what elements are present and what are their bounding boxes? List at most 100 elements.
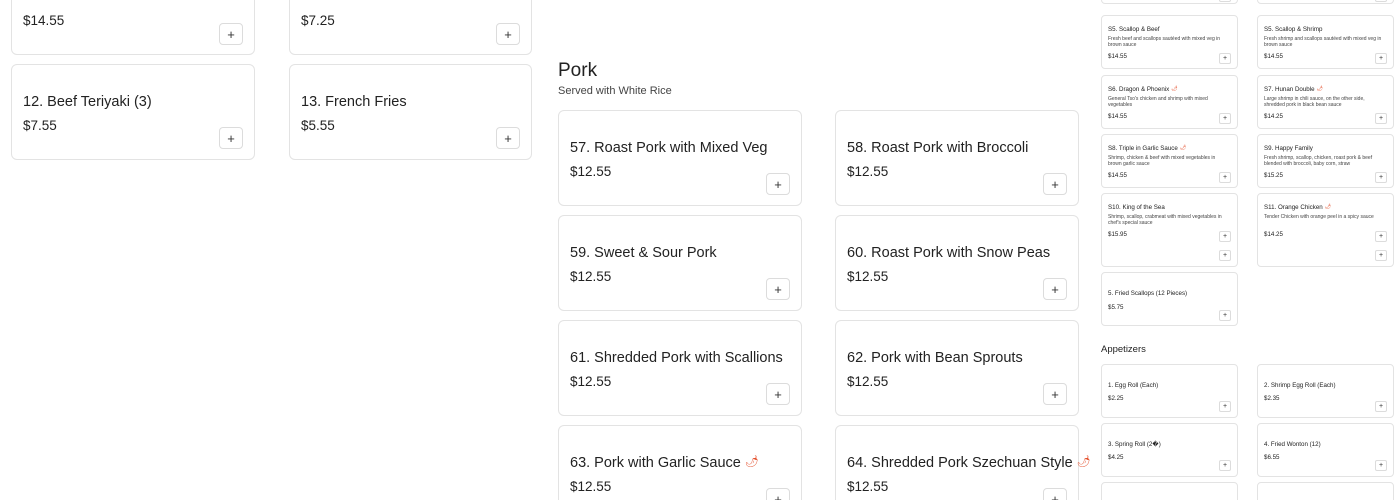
item-name: S11. Orange Chicken 🌶 (1264, 204, 1331, 211)
add-icon[interactable]: + (1043, 383, 1067, 405)
menu-item-card[interactable]: S10. King of the Sea Shrimp, scallop, cr… (1101, 193, 1238, 267)
add-icon[interactable]: + (1375, 53, 1387, 64)
menu-item-card[interactable]: 60. Roast Pork with Snow Peas $12.55 + (835, 215, 1079, 311)
spicy-icon: 🌶 (1324, 204, 1332, 210)
item-price: $12.55 (847, 374, 889, 389)
menu-item-card[interactable]: S8. Triple in Garlic Sauce 🌶 Shrimp, chic… (1101, 134, 1238, 188)
add-icon[interactable]: + (1375, 460, 1387, 471)
item-name: 4. Fried Wonton (12) (1264, 441, 1321, 448)
menu-item-card[interactable]: $14.55 + (11, 0, 255, 55)
item-price: $12.55 (847, 269, 889, 284)
menu-item-card[interactable]: 59. Sweet & Sour Pork $12.55 + (558, 215, 802, 311)
menu-item-card[interactable]: 2. Shrimp Egg Roll (Each) $2.35 + (1257, 364, 1394, 418)
item-price: $2.35 (1264, 395, 1280, 402)
menu-item-card[interactable]: S9. Happy Family Fresh shrimp, scallop, … (1257, 134, 1394, 188)
item-name: 1. Egg Roll (Each) (1108, 382, 1159, 389)
menu-item-card[interactable]: 64. Shredded Pork Szechuan Style 🌶 $12.55… (835, 425, 1091, 500)
item-name: 63. Pork with Garlic Sauce 🌶 (570, 455, 759, 471)
item-price: $6.55 (1264, 454, 1280, 461)
menu-item-card[interactable] (1101, 482, 1238, 500)
menu-item-card[interactable]: 62. Pork with Bean Sprouts $12.55 + (835, 320, 1079, 416)
add-icon[interactable]: + (1375, 401, 1387, 412)
add-icon[interactable]: + (1375, 172, 1387, 183)
add-icon[interactable]: + (1219, 310, 1231, 321)
menu-item-card[interactable]: + (1257, 0, 1394, 4)
add-icon[interactable]: + (766, 383, 790, 405)
item-price: $14.55 (1108, 53, 1127, 60)
item-price: $7.55 (23, 118, 57, 133)
add-icon[interactable]: + (1043, 488, 1067, 500)
spicy-icon: 🌶 (744, 456, 759, 468)
item-price: $12.55 (570, 479, 612, 494)
menu-item-card[interactable]: 58. Roast Pork with Broccoli $12.55 + (835, 110, 1079, 206)
menu-item-card[interactable]: + (1101, 0, 1238, 4)
item-price: $14.55 (1264, 53, 1283, 60)
add-icon[interactable]: + (1375, 113, 1387, 124)
item-name: 59. Sweet & Sour Pork (570, 245, 717, 261)
item-price: $5.55 (301, 118, 335, 133)
section-title: Pork (558, 60, 598, 81)
spicy-icon: 🌶 (1316, 86, 1323, 92)
item-name: 3. Spring Roll (2�) (1108, 441, 1161, 448)
add-icon[interactable]: + (1219, 0, 1231, 2)
item-name: 13. French Fries (301, 94, 407, 110)
add-icon[interactable]: + (219, 127, 243, 149)
item-name-text: 63. Pork with Garlic Sauce (570, 455, 741, 471)
menu-item-card[interactable]: 63. Pork with Garlic Sauce 🌶 $12.55 + (558, 425, 802, 500)
item-name-text: S11. Orange Chicken (1264, 204, 1323, 211)
item-price: $12.55 (847, 479, 889, 494)
item-name: S10. King of the Sea (1108, 204, 1165, 211)
section-subtitle: Served with White Rice (558, 85, 672, 97)
menu-item-card[interactable]: S6. Dragon & Phoenix 🌶 General Tso's chic… (1101, 75, 1238, 129)
menu-item-card[interactable]: 13. French Fries $5.55 + (289, 64, 532, 160)
menu-item-card[interactable]: S5. Scallop & Beef Fresh beef and scallo… (1101, 15, 1238, 69)
item-price: $12.55 (570, 164, 612, 179)
item-name: S5. Scallop & Shrimp (1264, 26, 1323, 33)
add-icon[interactable]: + (219, 23, 243, 45)
item-name: 12. Beef Teriyaki (3) (23, 94, 152, 110)
menu-item-card[interactable]: S7. Hunan Double 🌶 Large shrimp in chili … (1257, 75, 1394, 129)
item-description: Fresh beef and scallops sautéed with mix… (1108, 36, 1221, 48)
add-icon[interactable]: + (1219, 113, 1231, 124)
item-name: 5. Fried Scallops (12 Pieces) (1108, 290, 1188, 297)
menu-item-card[interactable]: S11. Orange Chicken 🌶 Tender Chicken with… (1257, 193, 1394, 267)
item-description: General Tso's chicken and shrimp with mi… (1108, 96, 1208, 108)
menu-item-card[interactable]: 4. Fried Wonton (12) $6.55 + (1257, 423, 1394, 477)
menu-item-card[interactable]: 61. Shredded Pork with Scallions $12.55 … (558, 320, 802, 416)
add-icon[interactable]: + (1219, 172, 1231, 183)
item-name: S5. Scallop & Beef (1108, 26, 1160, 33)
menu-item-card[interactable]: 3. Spring Roll (2�) $4.25 + (1101, 423, 1238, 477)
add-icon[interactable]: + (1219, 53, 1231, 64)
add-icon[interactable]: + (1043, 278, 1067, 300)
add-icon[interactable]: + (1375, 231, 1387, 242)
add-icon[interactable]: + (1043, 173, 1067, 195)
add-icon[interactable]: + (496, 23, 520, 45)
menu-item-card[interactable]: 5. Fried Scallops (12 Pieces) $5.75 + (1101, 272, 1238, 326)
add-icon[interactable]: + (1219, 250, 1231, 261)
add-icon[interactable]: + (1375, 0, 1387, 2)
add-icon[interactable]: + (1375, 250, 1387, 261)
add-icon[interactable]: + (496, 127, 520, 149)
add-icon[interactable]: + (1219, 231, 1231, 242)
item-description: Shrimp, scallop, crabmeat with mixed veg… (1108, 214, 1222, 226)
item-name-text: S8. Triple in Garlic Sauce (1108, 145, 1178, 152)
menu-item-card[interactable]: S5. Scallop & Shrimp Fresh shrimp and sc… (1257, 15, 1394, 69)
item-price: $15.25 (1264, 172, 1283, 179)
item-name: 58. Roast Pork with Broccoli (847, 140, 1029, 156)
item-price: $12.55 (570, 269, 612, 284)
item-price: $14.25 (1264, 231, 1283, 238)
item-name-text: S6. Dragon & Phoenix (1108, 86, 1170, 93)
menu-item-card[interactable]: 12. Beef Teriyaki (3) $7.55 + (11, 64, 255, 160)
item-name-text: S7. Hunan Double (1264, 86, 1315, 93)
menu-item-card[interactable] (1257, 482, 1394, 500)
item-price: $12.55 (570, 374, 612, 389)
add-icon[interactable]: + (766, 488, 790, 500)
item-description: Shrimp, chicken & beef with mixed vegeta… (1108, 155, 1216, 167)
menu-item-card[interactable]: 1. Egg Roll (Each) $2.25 + (1101, 364, 1238, 418)
add-icon[interactable]: + (1219, 401, 1231, 412)
menu-item-card[interactable]: 57. Roast Pork with Mixed Veg $12.55 + (558, 110, 802, 206)
add-icon[interactable]: + (1219, 460, 1231, 471)
add-icon[interactable]: + (766, 173, 790, 195)
add-icon[interactable]: + (766, 278, 790, 300)
menu-item-card[interactable]: $7.25 + (289, 0, 532, 55)
